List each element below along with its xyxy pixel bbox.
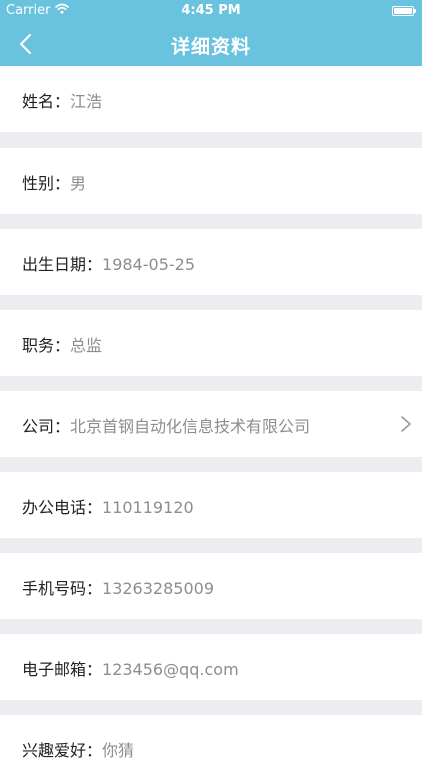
field-value: 你猜 xyxy=(102,741,135,760)
status-time: 4:45 PM xyxy=(181,3,241,18)
field-label: 电子邮箱： xyxy=(22,660,103,679)
field-label: 公司： xyxy=(22,417,71,436)
field-label: 兴趣爱好： xyxy=(22,741,103,760)
field-value: 1984-05-25 xyxy=(102,255,195,274)
field-row-hobbies: 兴趣爱好：你猜 xyxy=(0,715,422,781)
field-label: 出生日期： xyxy=(22,255,103,274)
status-bar: Carrier 4:45 PM xyxy=(0,0,422,22)
field-value: 110119120 xyxy=(102,498,194,517)
field-value: 123456@qq.com xyxy=(102,660,239,679)
field-label: 性别： xyxy=(22,174,71,193)
field-row-position: 职务：总监 xyxy=(0,310,422,376)
nav-bar: 详细资料 xyxy=(0,22,422,66)
field-row-mobile: 手机号码：13263285009 xyxy=(0,553,422,619)
field-row-email: 电子邮箱：123456@qq.com xyxy=(0,634,422,700)
field-value: 男 xyxy=(70,174,87,193)
field-row-gender: 性别：男 xyxy=(0,148,422,214)
field-label: 办公电话： xyxy=(22,498,103,517)
field-label: 手机号码： xyxy=(22,579,103,598)
field-row-name: 姓名：江浩 xyxy=(0,66,422,132)
battery-icon xyxy=(392,6,416,16)
field-label: 姓名： xyxy=(22,92,71,111)
chevron-right-icon xyxy=(401,416,411,432)
field-value: 13263285009 xyxy=(102,579,214,598)
field-value: 总监 xyxy=(70,336,103,355)
field-row-birthdate: 出生日期：1984-05-25 xyxy=(0,229,422,295)
field-value: 江浩 xyxy=(70,92,103,111)
field-label: 职务： xyxy=(22,336,71,355)
field-row-company[interactable]: 公司：北京首钢自动化信息技术有限公司 xyxy=(0,391,422,457)
page-title: 详细资料 xyxy=(170,36,251,58)
field-value: 北京首钢自动化信息技术有限公司 xyxy=(70,417,311,436)
field-row-office-phone: 办公电话：110119120 xyxy=(0,472,422,538)
